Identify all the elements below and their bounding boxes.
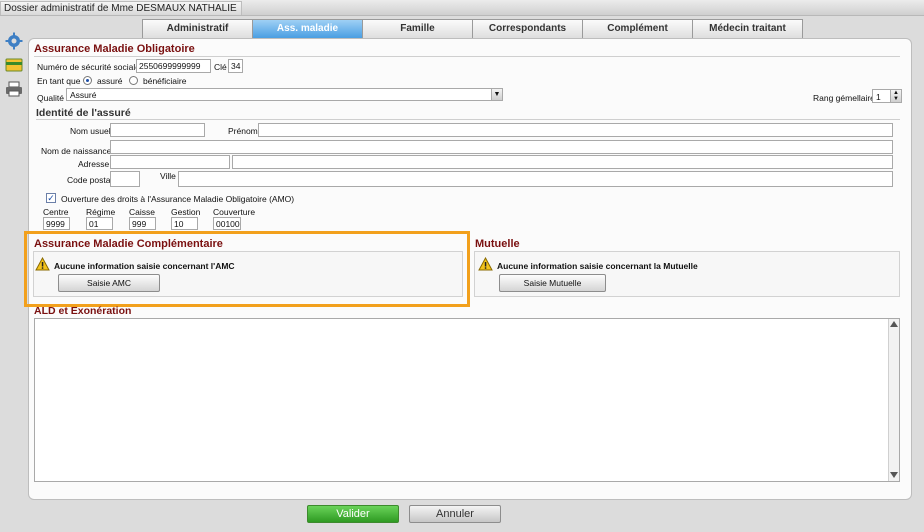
adresse-label: Adresse [78,159,110,169]
secu-input[interactable]: 2550699999999 [136,59,211,73]
spin-icon[interactable]: ▲ ▼ [890,90,901,102]
gear-icon[interactable] [5,32,23,50]
centre-input[interactable]: 9999 [43,217,70,230]
adresse-input-1[interactable] [110,155,230,169]
ville-input[interactable] [178,171,893,187]
tab-medecin-traitant[interactable]: Médecin traitant [692,19,803,39]
gestion-label: Gestion [171,207,201,217]
couverture-input[interactable]: 00100 [213,217,241,230]
valider-button[interactable]: Valider [307,505,399,523]
secu-label: Numéro de sécurité sociale [37,62,140,72]
code-postal-label: Code postal [67,175,113,185]
cle-label: Clé [214,62,227,72]
tab-famille[interactable]: Famille [362,19,473,39]
rang-label: Rang gémellaire [813,93,875,103]
identite-divider [36,119,900,120]
warning-icon [478,257,493,271]
ville-label: Ville [160,171,176,181]
identite-title: Identité de l'assuré [36,107,131,119]
centre-label: Centre [43,207,69,217]
amo-divider [34,56,900,57]
nom-usuel-label: Nom usuel [70,126,111,136]
window-title: Dossier administratif de Mme DESMAUX NAT… [0,1,242,15]
en-tant-que-label: En tant que [37,76,81,86]
mutuelle-title: Mutuelle [475,238,520,250]
rang-stepper[interactable]: 1 ▲ ▼ [872,89,902,103]
beneficiaire-label: bénéficiaire [143,76,187,86]
amo-checkbox-label: Ouverture des droits à l'Assurance Malad… [61,194,295,204]
window-titlebar: Dossier administratif de Mme DESMAUX NAT… [0,0,924,16]
adresse-input-2[interactable] [232,155,893,169]
highlight-frame [24,231,470,307]
tab-correspondants[interactable]: Correspondants [472,19,583,39]
prenom-label: Prénom [228,126,258,136]
qualite-value: Assuré [70,90,97,100]
amo-title: Assurance Maladie Obligatoire [34,43,195,55]
regime-label: Régime [86,207,116,217]
chevron-down-icon: ▼ [491,89,502,100]
couverture-label: Couverture [213,207,256,217]
assure-label: assuré [97,76,123,86]
code-postal-input[interactable] [110,171,140,187]
tab-complement[interactable]: Complément [582,19,693,39]
caisse-label: Caisse [129,207,155,217]
beneficiaire-radio[interactable] [129,76,138,85]
qualite-select[interactable]: Assuré ▼ [66,88,503,101]
print-icon[interactable] [5,80,23,98]
rang-value: 1 [876,92,881,102]
scroll-down-icon[interactable] [890,472,898,478]
scroll-up-icon[interactable] [890,321,898,327]
ald-scrollbar[interactable] [888,319,899,481]
prenom-input[interactable] [258,123,893,137]
amo-checkbox[interactable]: ✓ [46,193,56,203]
regime-input[interactable]: 01 [86,217,113,230]
assure-radio[interactable] [83,76,92,85]
caisse-input[interactable]: 999 [129,217,156,230]
cle-input[interactable]: 34 [228,59,243,73]
tab-bar: Administratif Ass. maladie Famille Corre… [142,19,803,39]
nom-usuel-input[interactable] [110,123,205,137]
nom-naissance-input[interactable] [110,140,893,154]
mutuelle-warning: Aucune information saisie concernant la … [497,261,698,271]
annuler-button[interactable]: Annuler [409,505,501,523]
qualite-label: Qualité [37,93,64,103]
ald-title: ALD et Exonération [34,305,132,317]
saisie-mutuelle-button[interactable]: Saisie Mutuelle [499,274,606,292]
gestion-input[interactable]: 10 [171,217,198,230]
ald-textarea[interactable] [34,318,900,482]
card-icon[interactable] [5,56,23,74]
tab-ass-maladie[interactable]: Ass. maladie [252,19,363,39]
nom-naissance-label: Nom de naissance [41,146,112,156]
tab-administratif[interactable]: Administratif [142,19,253,39]
